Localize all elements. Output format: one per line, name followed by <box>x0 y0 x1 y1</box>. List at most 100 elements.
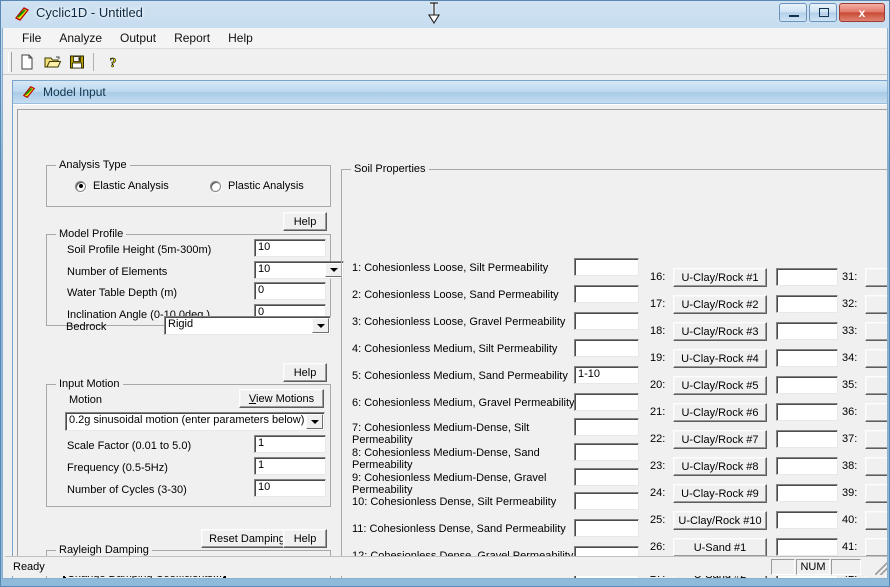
frequency-input[interactable]: 1 <box>254 457 326 475</box>
soil-material-button-18[interactable]: U-Clay/Rock #3 <box>673 322 767 341</box>
soil-material-button-35[interactable]: U- <box>865 376 887 395</box>
radio-elastic-analysis[interactable]: Elastic Analysis <box>75 180 169 192</box>
input-motion-help-button[interactable]: Help <box>283 363 327 382</box>
soil-profile-height-input[interactable]: 10 <box>254 239 326 257</box>
resize-grip[interactable] <box>875 561 887 575</box>
motion-combo[interactable]: 0.2g sinusoidal motion (enter parameters… <box>65 412 325 431</box>
soil-input-17[interactable] <box>776 295 838 313</box>
soil-label-8: 8: Cohesionless Medium-Dense, Sand Perme… <box>352 447 540 471</box>
soil-material-button-17[interactable]: U-Clay/Rock #2 <box>673 295 767 314</box>
soil-input-11[interactable] <box>574 519 639 537</box>
reset-damping-button[interactable]: Reset Damping <box>201 529 293 548</box>
status-indicator-1 <box>771 559 795 575</box>
number-of-elements-combo[interactable]: 10 <box>254 261 344 279</box>
soil-material-button-16[interactable]: U-Clay/Rock #1 <box>673 268 767 287</box>
frequency-label: Frequency (0.5-5Hz) <box>67 462 168 474</box>
soil-material-button-23[interactable]: U-Clay/Rock #8 <box>673 457 767 476</box>
soil-material-button-21[interactable]: U-Clay/Rock #6 <box>673 403 767 422</box>
toolbar-grip <box>8 52 12 72</box>
close-button[interactable]: x <box>839 3 885 22</box>
water-table-depth-label: Water Table Depth (m) <box>67 287 178 299</box>
number-of-cycles-input[interactable]: 10 <box>254 479 326 497</box>
soil-input-9[interactable] <box>574 468 639 486</box>
soil-input-7[interactable] <box>574 418 639 436</box>
soil-material-button-20[interactable]: U-Clay/Rock #5 <box>673 376 767 395</box>
soil-number-22: 22: <box>650 433 666 445</box>
menu-report[interactable]: Report <box>165 29 219 47</box>
menu-file[interactable]: File <box>13 29 50 47</box>
soil-material-button-36[interactable]: U-L <box>865 403 887 422</box>
soil-input-18[interactable] <box>776 322 838 340</box>
bedrock-combo[interactable]: Rigid <box>164 316 331 335</box>
soil-number-37: 37: <box>842 433 858 445</box>
menu-output[interactable]: Output <box>111 29 165 47</box>
view-motions-button[interactable]: View Motions <box>239 389 324 408</box>
soil-material-button-22[interactable]: U-Clay/Rock #7 <box>673 430 767 449</box>
help-button[interactable]: ? <box>102 51 124 72</box>
status-message: Ready <box>13 561 45 573</box>
menu-bar: File Analyze Output Report Help <box>3 28 887 49</box>
soil-input-16[interactable] <box>776 268 838 286</box>
soil-input-20[interactable] <box>776 376 838 394</box>
motion-value: 0.2g sinusoidal motion (enter parameters… <box>69 414 305 426</box>
soil-material-button-41[interactable]: U-L <box>865 538 887 557</box>
soil-material-button-39[interactable]: U-L <box>865 484 887 503</box>
soil-input-23[interactable] <box>776 457 838 475</box>
soil-input-19[interactable] <box>776 349 838 367</box>
soil-material-button-label-17: U-Clay/Rock #2 <box>681 298 759 311</box>
soil-material-button-label-26: U-Sand #1 <box>693 541 747 554</box>
soil-material-button-37[interactable]: U-L <box>865 430 887 449</box>
radio-plastic-label: Plastic Analysis <box>228 180 304 192</box>
rayleigh-damping-help-button[interactable]: Help <box>283 529 327 548</box>
soil-material-button-label-25: U-Clay/Rock #10 <box>678 514 762 527</box>
soil-material-button-34[interactable]: U <box>865 349 887 368</box>
soil-number-26: 26: <box>650 541 666 553</box>
save-button[interactable] <box>66 51 88 72</box>
window-title: Cyclic1D - Untitled <box>36 5 143 20</box>
scale-factor-input[interactable]: 1 <box>254 435 326 453</box>
model-input-body: Analysis Type Elastic Analysis Plastic A… <box>13 104 887 578</box>
soil-material-button-38[interactable]: U-L <box>865 457 887 476</box>
soil-input-3[interactable] <box>574 312 639 330</box>
soil-material-button-26[interactable]: U-Sand #1 <box>673 538 767 557</box>
menu-help[interactable]: Help <box>219 29 262 47</box>
new-button[interactable] <box>16 51 38 72</box>
soil-input-10[interactable] <box>574 492 639 510</box>
soil-material-button-31[interactable]: U <box>865 268 887 287</box>
model-profile-help-button[interactable]: Help <box>283 212 327 231</box>
water-table-depth-input[interactable]: 0 <box>254 282 326 300</box>
soil-input-25[interactable] <box>776 511 838 529</box>
soil-input-24[interactable] <box>776 484 838 502</box>
soil-material-button-33[interactable]: U <box>865 322 887 341</box>
soil-input-22[interactable] <box>776 430 838 448</box>
soil-input-21[interactable] <box>776 403 838 421</box>
motion-chevron-down-icon[interactable] <box>306 414 323 429</box>
soil-input-2[interactable] <box>574 285 639 303</box>
svg-text:?: ? <box>110 56 117 70</box>
soil-input-26[interactable] <box>776 538 838 556</box>
model-input-title: Model Input <box>43 85 106 99</box>
soil-number-39: 39: <box>842 487 858 499</box>
soil-material-button-25[interactable]: U-Clay/Rock #10 <box>673 511 767 530</box>
minimize-button[interactable] <box>779 3 807 22</box>
soil-number-32: 32: <box>842 298 858 310</box>
model-input-window: Model Input Analysis Type Elastic Analys… <box>12 80 887 578</box>
soil-material-button-24[interactable]: U-Clay-Rock #9 <box>673 484 767 503</box>
soil-material-button-19[interactable]: U-Clay-Rock #4 <box>673 349 767 368</box>
maximize-button[interactable] <box>809 3 837 22</box>
soil-material-button-40[interactable]: U-L <box>865 511 887 530</box>
soil-number-25: 25: <box>650 514 666 526</box>
soil-material-button-32[interactable]: U <box>865 295 887 314</box>
bedrock-chevron-down-icon[interactable] <box>312 318 329 333</box>
radio-plastic-analysis[interactable]: Plastic Analysis <box>210 180 304 192</box>
soil-input-5[interactable]: 1-10 <box>574 366 639 384</box>
soil-input-6[interactable] <box>574 393 639 411</box>
analysis-type-legend: Analysis Type <box>56 159 130 171</box>
soil-input-1[interactable] <box>574 258 639 276</box>
number-of-elements-chevron-down-icon[interactable] <box>325 263 342 277</box>
soil-input-8[interactable] <box>574 443 639 461</box>
number-of-cycles-label: Number of Cycles (3-30) <box>67 484 187 496</box>
menu-analyze[interactable]: Analyze <box>50 29 111 47</box>
open-button[interactable] <box>41 51 63 72</box>
soil-input-4[interactable] <box>574 339 639 357</box>
